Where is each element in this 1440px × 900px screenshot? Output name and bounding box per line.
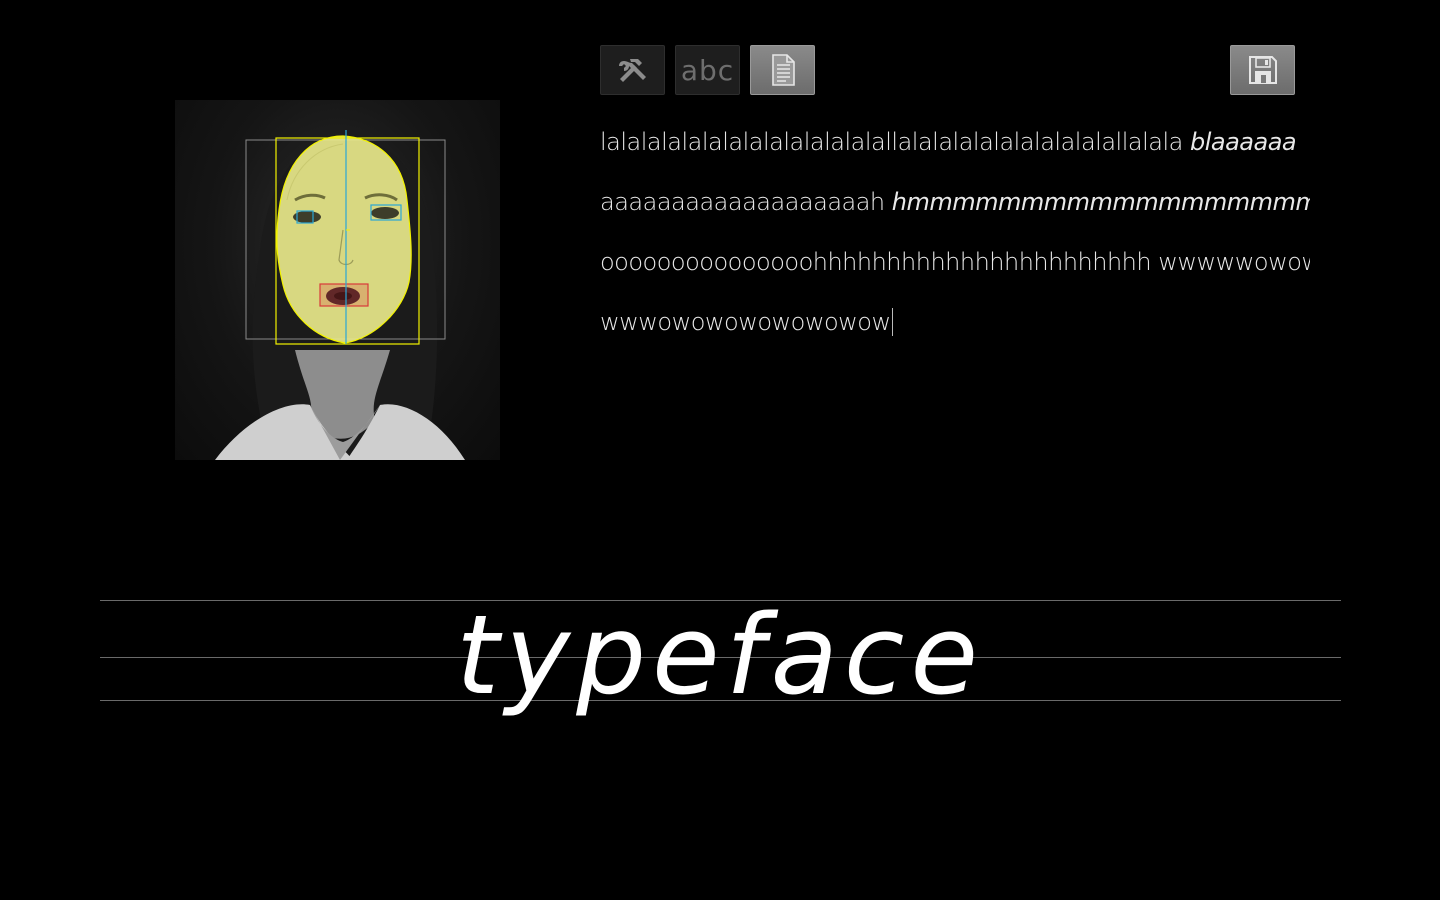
text-line: lalalalalalalalalalalalalalallalalalalal…: [600, 112, 1310, 172]
handwriting-output[interactable]: lalalalalalalalalalalalalalallalalalalal…: [600, 112, 1310, 352]
text-cursor: [891, 308, 893, 336]
camera-preview: [175, 100, 500, 460]
text-segment: wwwowowowowowowow: [600, 308, 891, 336]
abc-label: abc: [680, 53, 735, 87]
save-button[interactable]: [1230, 45, 1295, 95]
document-button[interactable]: [750, 45, 815, 95]
text-segment: hmmmmmmmmmmmmmmmmmmmmmmm: [891, 188, 1310, 216]
floppy-disk-icon: [1248, 56, 1277, 84]
text-line: aaaaaaaaaaaaaaaaaaah hmmmmmmmmmmmmmmmmmm…: [600, 172, 1310, 232]
text-line: ooooooooooooooohhhhhhhhhhhhhhhhhhhhhhh w…: [600, 232, 1310, 292]
app-window: abc lalalalalalalalalalalalalalallalalal…: [0, 0, 1440, 900]
text-segment: aaaaaaaaaaaaaaaaaaah: [600, 188, 892, 216]
text-segment: lalalalalalalalalalalalalalallalalalalal…: [600, 128, 1190, 156]
tools-button[interactable]: [600, 45, 665, 95]
text-segment: blaaaaaa: [1189, 128, 1297, 156]
text-segment: ooooooooooooooohhhhhhhhhhhhhhhhhhhhhhh w…: [600, 248, 1310, 276]
document-icon: [771, 54, 795, 86]
text-line: wwwowowowowowowow: [600, 292, 1310, 352]
current-word: typeface: [455, 591, 984, 719]
face-tracking-overlay: [215, 130, 465, 460]
abc-button[interactable]: abc: [675, 45, 740, 95]
hammer-wrench-icon: [618, 59, 646, 82]
